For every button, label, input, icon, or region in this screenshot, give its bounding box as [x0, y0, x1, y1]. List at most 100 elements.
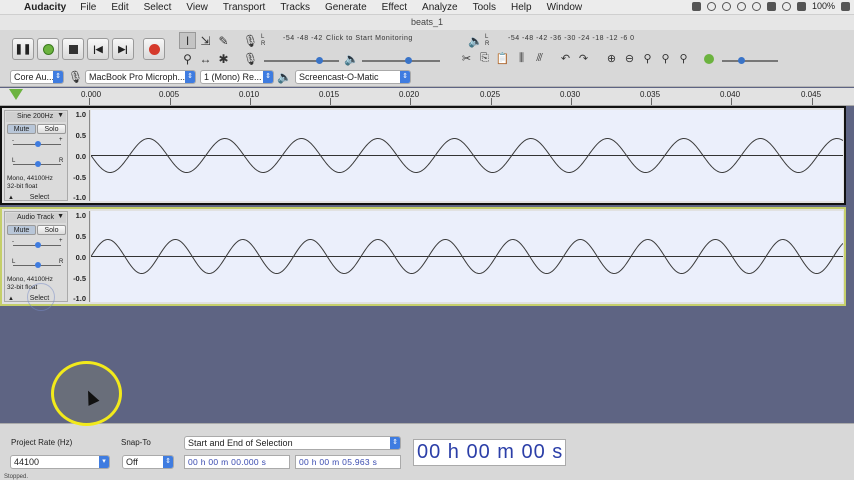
play-button[interactable] [37, 38, 59, 60]
snap-to-select[interactable]: Off ⇕ [122, 455, 174, 469]
status-bar: Stopped. [4, 474, 29, 480]
draw-tool[interactable]: ✎ [215, 32, 232, 49]
timeline-ruler[interactable]: 0.000 0.005 0.010 0.015 0.020 0.025 0.03… [0, 88, 854, 106]
menu-select[interactable]: Select [144, 2, 172, 13]
battery-icon[interactable] [841, 1, 850, 11]
ruler-tick [170, 98, 171, 105]
input-device-select[interactable]: MacBook Pro Microph... ⇕ [85, 70, 196, 84]
silence-button[interactable]: ⫻ [531, 50, 548, 67]
channels-select[interactable]: 1 (Mono) Re... ⇕ [200, 70, 274, 84]
trim-button[interactable]: ⫼ [513, 50, 530, 67]
monitor-button[interactable]: Click to Start Monitoring [324, 35, 415, 42]
ruler-tick [89, 98, 90, 105]
selection-start-time[interactable]: 00 h 00 m 00.000 s [184, 455, 290, 469]
sync-icon[interactable] [721, 1, 731, 11]
select-track-button[interactable]: Select [13, 194, 66, 203]
zoom-out-button[interactable]: ⊖ [621, 50, 638, 67]
waveform[interactable] [91, 110, 843, 201]
envelope-tool[interactable]: ⇲ [197, 32, 214, 49]
timeshift-tool[interactable]: ↔ [197, 50, 214, 67]
microphone-icon: 🎙 [242, 33, 259, 48]
cut-button[interactable]: ✂ [458, 50, 475, 67]
play-at-speed-button[interactable] [700, 50, 717, 67]
waveform[interactable] [91, 211, 843, 302]
stop-status-icon[interactable] [736, 1, 746, 11]
snap-to-label: Snap-To [121, 438, 151, 447]
stop-button[interactable] [62, 38, 84, 60]
audio-host-select[interactable]: Core Au... ⇕ [10, 70, 64, 84]
menu-view[interactable]: View [186, 2, 208, 13]
menu-file[interactable]: File [80, 2, 96, 13]
output-device-select[interactable]: Screencast-O-Matic ⇕ [295, 70, 411, 84]
copy-button[interactable]: ⎘ [476, 50, 493, 67]
zoom-tool[interactable]: ⚲ [179, 50, 196, 67]
ruler-tick [491, 98, 492, 105]
ruler-tick [571, 98, 572, 105]
paste-button[interactable]: 📋 [494, 50, 511, 67]
mute-button[interactable]: Mute [7, 124, 36, 134]
selection-end-time[interactable]: 00 h 00 m 05.963 s [295, 455, 401, 469]
time-machine-icon[interactable] [751, 1, 761, 11]
menu-tracks[interactable]: Tracks [280, 2, 310, 13]
menu-effect[interactable]: Effect [382, 2, 407, 13]
menu-help[interactable]: Help [511, 2, 532, 13]
window-title: beats_1 [0, 15, 854, 30]
pan-slider[interactable] [13, 161, 61, 167]
zoom-in-button[interactable]: ⊕ [603, 50, 620, 67]
menu-analyze[interactable]: Analyze [422, 2, 458, 13]
play-head-icon[interactable] [9, 89, 23, 100]
undo-button[interactable]: ↶ [557, 50, 574, 67]
gain-slider[interactable] [13, 141, 61, 147]
audio-position-time[interactable]: 00 h 00 m 00 s [413, 439, 566, 466]
recording-volume-slider[interactable] [264, 57, 339, 64]
playback-meter[interactable]: -54 -48 -42 -36 -30 -24 -18 -12 -6 0 [508, 35, 635, 42]
play-speed-slider[interactable] [722, 57, 778, 64]
click-highlight [27, 283, 55, 311]
solo-button[interactable]: Solo [37, 124, 66, 134]
bluetooth-icon[interactable] [766, 1, 776, 11]
menu-transport[interactable]: Transport [223, 2, 265, 13]
playback-volume-slider[interactable] [362, 57, 440, 64]
selection-mode-select[interactable]: Start and End of Selection ⇕ [184, 436, 401, 450]
zoom-toggle-button[interactable]: ⚲ [675, 50, 692, 67]
redo-button[interactable]: ↷ [575, 50, 592, 67]
multi-tool[interactable]: ✱ [215, 50, 232, 67]
wifi-icon[interactable] [781, 1, 791, 11]
amplitude-scale: 1.0 0.5 0.0 -0.5 -1.0 [69, 110, 90, 202]
menu-generate[interactable]: Generate [325, 2, 367, 13]
gain-slider[interactable] [13, 242, 61, 248]
menu-window[interactable]: Window [547, 2, 583, 13]
solo-button[interactable]: Solo [37, 225, 66, 235]
app-menu[interactable]: Audacity [24, 2, 66, 13]
pan-slider[interactable] [13, 262, 61, 268]
mute-button[interactable]: Mute [7, 225, 36, 235]
fit-project-icon: ⚲ [661, 53, 670, 65]
info-icon[interactable] [706, 1, 716, 11]
project-rate-select[interactable]: 44100 ▾ [10, 455, 110, 469]
magnifier-icon: ⚲ [183, 51, 192, 66]
track[interactable]: ✕ Sine 200Hz ▼ Mute Solo - + L R Mono, 4… [0, 106, 846, 205]
volume-icon[interactable] [796, 1, 806, 11]
record-button[interactable] [143, 38, 165, 60]
selection-tool[interactable]: I [179, 32, 196, 49]
playback-meter-button[interactable]: 🔈 [467, 32, 484, 49]
record-meter-button[interactable]: 🎙 [242, 32, 259, 49]
screencast-icon[interactable] [691, 1, 701, 11]
ruler-tick [731, 98, 732, 105]
skip-to-end-button[interactable]: ▶| [112, 38, 134, 60]
track-menu-arrow-icon[interactable]: ▼ [57, 213, 64, 220]
fit-project-button[interactable]: ⚲ [657, 50, 674, 67]
pause-button[interactable]: ❚❚ [12, 38, 34, 60]
menu-tools[interactable]: Tools [473, 2, 496, 13]
track[interactable]: ✕ Audio Track ▼ Mute Solo - + L R Mono, … [0, 207, 846, 306]
ruler-tick [651, 98, 652, 105]
waveform-svg [91, 137, 843, 174]
silence-icon: ⫻ [536, 52, 543, 64]
fit-selection-button[interactable]: ⚲ [639, 50, 656, 67]
mac-menu-bar: Audacity File Edit Select View Transport… [0, 0, 854, 15]
ruler-label: 0.040 [720, 90, 741, 99]
pencil-icon: ✎ [218, 33, 229, 48]
menu-edit[interactable]: Edit [111, 2, 128, 13]
skip-to-start-button[interactable]: |◀ [87, 38, 109, 60]
track-menu-arrow-icon[interactable]: ▼ [57, 112, 64, 119]
